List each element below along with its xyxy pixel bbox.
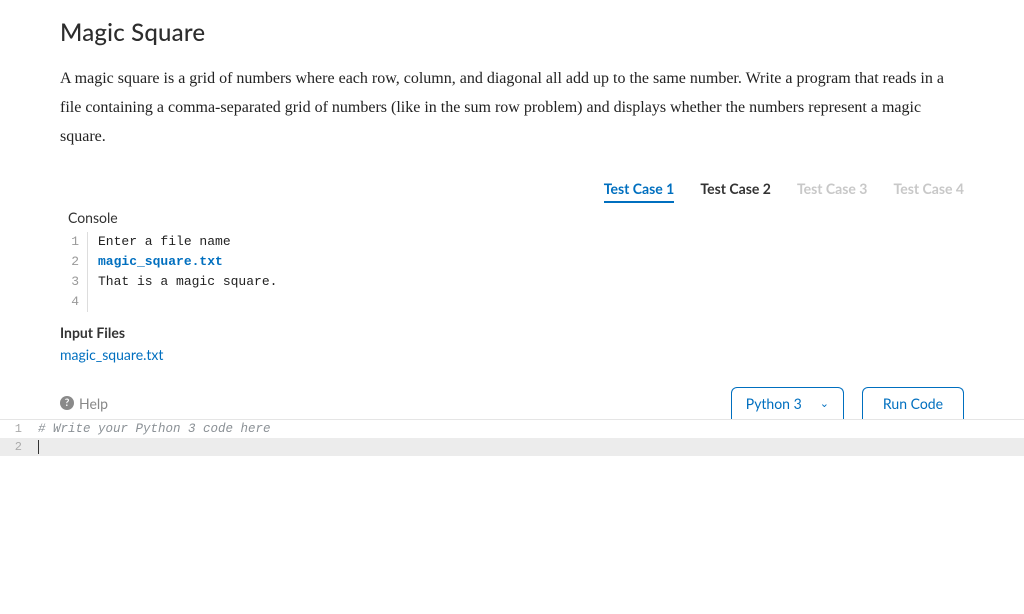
help-icon: ? (60, 396, 74, 410)
line-number: 1 (0, 420, 30, 438)
code-editor[interactable]: 1 # Write your Python 3 code here 2 (0, 419, 1024, 610)
console-row: 1 Enter a file name (64, 232, 964, 252)
editor-row: 1 # Write your Python 3 code here (0, 420, 1024, 438)
line-number: 4 (64, 292, 88, 312)
cursor (38, 440, 39, 454)
input-file-link[interactable]: magic_square.txt (60, 346, 163, 363)
console-label: Console (68, 209, 964, 226)
line-number: 3 (64, 272, 88, 292)
console-line: Enter a file name (88, 232, 231, 252)
tab-test-case-1[interactable]: Test Case 1 (604, 180, 674, 203)
console-output: 1 Enter a file name 2 magic_square.txt 3… (64, 232, 964, 312)
console-row: 4 (64, 292, 964, 312)
language-selected: Python 3 (746, 395, 802, 412)
console-line-user-input: magic_square.txt (88, 252, 223, 272)
language-dropdown[interactable]: Python 3 ⌄ (731, 387, 844, 419)
console-row: 3 That is a magic square. (64, 272, 964, 292)
help-label: Help (79, 395, 108, 412)
page-title: Magic Square (60, 18, 964, 47)
editor-toolbar: ? Help Python 3 ⌄ Run Code (60, 387, 964, 419)
editor-line-active[interactable] (30, 438, 1024, 456)
line-number: 1 (64, 232, 88, 252)
line-number: 2 (0, 438, 30, 456)
tab-test-case-3: Test Case 3 (797, 180, 867, 201)
help-button[interactable]: ? Help (60, 395, 108, 412)
run-code-button[interactable]: Run Code (862, 387, 964, 419)
console-line: That is a magic square. (88, 272, 277, 292)
editor-row: 2 (0, 438, 1024, 456)
console-row: 2 magic_square.txt (64, 252, 964, 272)
problem-description: A magic square is a grid of numbers wher… (60, 65, 964, 151)
line-number: 2 (64, 252, 88, 272)
test-case-tabs: Test Case 1 Test Case 2 Test Case 3 Test… (60, 179, 964, 203)
tab-test-case-2[interactable]: Test Case 2 (700, 180, 770, 201)
chevron-down-icon: ⌄ (820, 397, 829, 410)
input-files-header: Input Files (60, 324, 964, 341)
tab-test-case-4: Test Case 4 (894, 180, 964, 201)
editor-line: # Write your Python 3 code here (30, 420, 1024, 438)
